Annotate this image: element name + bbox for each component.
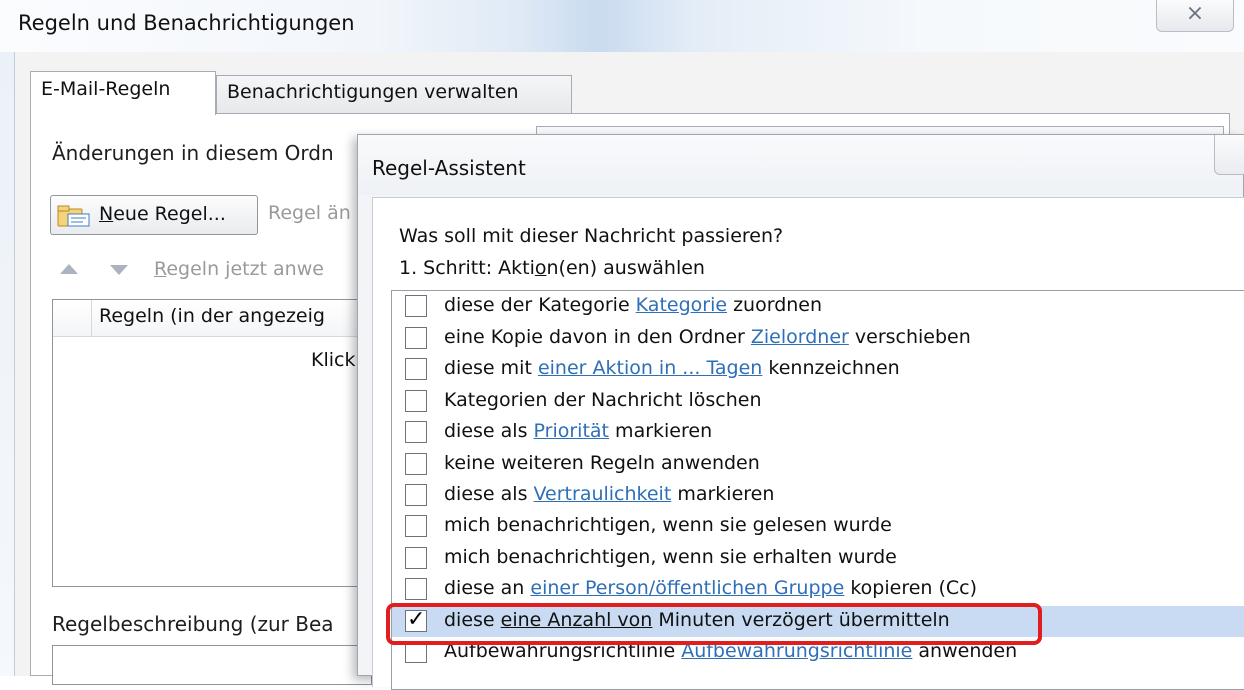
- background-strip: [0, 52, 14, 676]
- rule-description-box[interactable]: [52, 645, 372, 685]
- action-text-pre: mich benachrichtigen, wenn sie erhalten …: [444, 546, 897, 568]
- action-checkbox[interactable]: [405, 578, 427, 600]
- window-title: Regeln und Benachrichtigungen: [18, 11, 355, 35]
- highlight-annotation: [386, 603, 1042, 645]
- action-label: mich benachrichtigen, wenn sie erhalten …: [444, 546, 897, 568]
- rules-wizard-dialog: Regel-Assistent Was soll mit dieser Nach…: [357, 134, 1244, 690]
- action-text-pre: diese als: [444, 483, 534, 505]
- window-close-button[interactable]: ⨯: [1156, 0, 1234, 32]
- action-label: eine Kopie davon in den Ordner Zielordne…: [444, 326, 971, 348]
- action-row[interactable]: diese an einer Person/öffentlichen Grupp…: [392, 574, 1244, 605]
- close-icon: ⨯: [1185, 1, 1205, 26]
- action-checkbox[interactable]: [405, 327, 427, 349]
- tab-email-rules-label: E-Mail-Regeln: [41, 78, 171, 100]
- action-parameter-link[interactable]: einer Aktion in ... Tagen: [538, 357, 762, 379]
- action-row[interactable]: Kategorien der Nachricht löschen: [392, 386, 1244, 417]
- action-checkbox[interactable]: [405, 515, 427, 537]
- tab-manage-alerts-label: Benachrichtigungen verwalten: [227, 81, 519, 103]
- action-label: diese als Priorität markieren: [444, 420, 712, 442]
- action-row[interactable]: diese der Kategorie Kategorie zuordnen: [392, 291, 1244, 322]
- rules-column-header[interactable]: Regeln (in der angezeig: [99, 305, 325, 327]
- action-checkbox[interactable]: [405, 358, 427, 380]
- action-parameter-link[interactable]: Vertraulichkeit: [534, 483, 672, 505]
- action-checkbox[interactable]: [405, 453, 427, 475]
- action-checkbox[interactable]: [405, 547, 427, 569]
- action-parameter-link[interactable]: Zielordner: [751, 326, 849, 348]
- change-rule-label-pre: Re: [268, 202, 293, 224]
- rules-list[interactable]: Regeln (in der angezeig Klick: [52, 299, 372, 587]
- action-row[interactable]: diese als Vertraulichkeit markieren: [392, 480, 1244, 511]
- action-checkbox[interactable]: [405, 390, 427, 412]
- move-up-icon[interactable]: [60, 264, 78, 274]
- action-label: Kategorien der Nachricht löschen: [444, 389, 762, 411]
- action-text-post: verschieben: [848, 326, 971, 348]
- tab-manage-alerts[interactable]: Benachrichtigungen verwalten: [216, 75, 572, 113]
- rule-description-label: Regelbeschreibung (zur Bea: [52, 612, 334, 636]
- action-parameter-link[interactable]: einer Person/öffentlichen Gruppe: [530, 577, 844, 599]
- action-parameter-link[interactable]: Kategorie: [636, 294, 727, 316]
- action-checkbox[interactable]: [405, 295, 427, 317]
- action-row[interactable]: diese als Priorität markieren: [392, 417, 1244, 448]
- action-row[interactable]: mich benachrichtigen, wenn sie gelesen w…: [392, 511, 1244, 542]
- action-text-pre: mich benachrichtigen, wenn sie gelesen w…: [444, 514, 892, 536]
- action-row[interactable]: eine Kopie davon in den Ordner Zielordne…: [392, 323, 1244, 354]
- rules-list-hint: Klick: [311, 349, 356, 371]
- action-checkbox[interactable]: [405, 484, 427, 506]
- new-rule-icon: [57, 205, 90, 227]
- action-text-pre: diese mit: [444, 357, 538, 379]
- step-label-mnemonic: o: [534, 257, 547, 279]
- action-text-pre: diese der Kategorie: [444, 294, 636, 316]
- move-down-icon[interactable]: [110, 265, 128, 275]
- action-text-pre: diese als: [444, 420, 534, 442]
- new-rule-label: eue Regel...: [113, 203, 226, 225]
- action-label: mich benachrichtigen, wenn sie gelesen w…: [444, 514, 892, 536]
- wizard-title: Regel-Assistent: [372, 156, 526, 180]
- action-row[interactable]: diese mit einer Aktion in ... Tagen kenn…: [392, 354, 1244, 385]
- action-text-pre: eine Kopie davon in den Ordner: [444, 326, 751, 348]
- action-text-pre: diese an: [444, 577, 531, 599]
- action-checkbox[interactable]: [405, 421, 427, 443]
- run-rules-label: egeln jetzt anwe: [166, 258, 324, 280]
- new-rule-button[interactable]: Neue Regel...: [50, 195, 258, 235]
- change-rule-mnemonic: g: [292, 202, 305, 224]
- rules-list-header: Regeln (in der angezeig: [53, 300, 371, 337]
- wizard-close-button[interactable]: [1214, 135, 1244, 175]
- tab-email-rules[interactable]: E-Mail-Regeln: [30, 71, 216, 115]
- run-rules-now-button[interactable]: Regeln jetzt anwe: [154, 258, 324, 280]
- run-rules-mnemonic: R: [154, 258, 167, 280]
- action-text-post: markieren: [609, 420, 713, 442]
- action-text-post: kopieren (Cc): [844, 577, 978, 599]
- action-parameter-link[interactable]: Priorität: [534, 420, 609, 442]
- wizard-titlebar: Regel-Assistent: [358, 135, 1243, 195]
- action-row[interactable]: keine weiteren Regeln anwenden: [392, 449, 1244, 480]
- change-rule-label-post: el än: [304, 202, 351, 224]
- action-text-post: zuordnen: [727, 294, 823, 316]
- wizard-step-label: 1. Schritt: Aktion(en) auswählen: [399, 257, 705, 279]
- action-text-post: kennzeichnen: [762, 357, 900, 379]
- new-rule-mnemonic: N: [99, 203, 114, 225]
- change-rule-button[interactable]: Regel än: [268, 202, 351, 224]
- action-text-pre: Kategorien der Nachricht löschen: [444, 389, 762, 411]
- step-label-pre: 1. Schritt: Akti: [399, 257, 535, 279]
- window-titlebar: Regeln und Benachrichtigungen ⨯: [0, 0, 1244, 52]
- step-label-post: n(en) auswählen: [546, 257, 705, 279]
- action-text-post: markieren: [671, 483, 775, 505]
- action-label: diese als Vertraulichkeit markieren: [444, 483, 774, 505]
- apply-changes-to-folder-label: Änderungen in diesem Ordn: [52, 141, 334, 165]
- action-row[interactable]: mich benachrichtigen, wenn sie erhalten …: [392, 543, 1244, 574]
- column-separator: [91, 300, 92, 336]
- action-text-pre: keine weiteren Regeln anwenden: [444, 452, 760, 474]
- action-label: diese mit einer Aktion in ... Tagen kenn…: [444, 357, 900, 379]
- action-label: keine weiteren Regeln anwenden: [444, 452, 760, 474]
- action-label: diese der Kategorie Kategorie zuordnen: [444, 294, 822, 316]
- wizard-question: Was soll mit dieser Nachricht passieren?: [399, 225, 784, 247]
- action-label: diese an einer Person/öffentlichen Grupp…: [444, 577, 977, 599]
